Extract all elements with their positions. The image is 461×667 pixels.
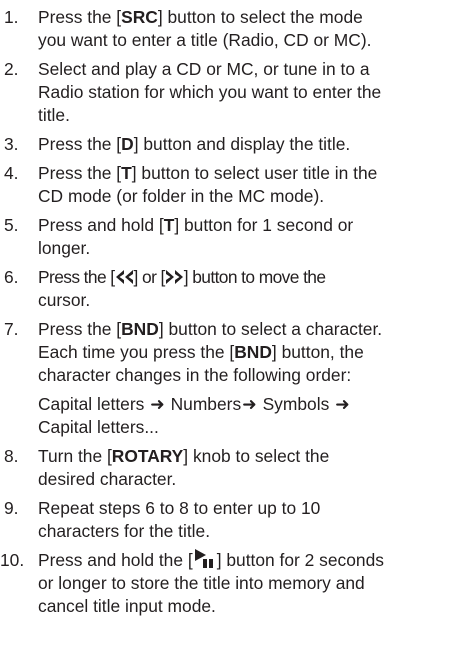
step-line: Press the [] or [] button to move the xyxy=(38,267,326,287)
step-number: 9. xyxy=(4,498,19,518)
step-line: Turn the [ROTARY] knob to select the xyxy=(38,446,330,466)
step-line: character changes in the following order… xyxy=(38,365,352,385)
step-10: 10. Press and hold the [] button for 2 s… xyxy=(0,549,455,618)
step-number: 5. xyxy=(4,215,19,235)
step-line: desired character. xyxy=(38,469,177,489)
step-line: CD mode (or folder in the MC mode). xyxy=(38,186,325,206)
step-line: Press the [T] button to select user titl… xyxy=(38,163,378,183)
step-6: 6. Press the [] or [] button to move the… xyxy=(0,266,455,312)
bnd-button-label: BND xyxy=(121,319,159,339)
play-pause-icon xyxy=(194,549,213,568)
bnd-button-label: BND xyxy=(234,342,272,362)
step-1: 1. Press the [SRC] button to select the … xyxy=(0,6,455,52)
step-line: Press the [BND] button to select a chara… xyxy=(38,319,383,339)
step-number: 7. xyxy=(4,319,19,339)
t-button-label: T xyxy=(163,215,175,235)
step-number: 4. xyxy=(4,163,19,183)
step-4: 4. Press the [T] button to select user t… xyxy=(0,162,455,208)
forward-chevron-icon xyxy=(165,270,183,284)
step-line: cancel title input mode. xyxy=(38,596,216,616)
step-line: or longer to store the title into memory… xyxy=(38,573,365,593)
step-number: 3. xyxy=(4,134,19,154)
step-9: 9. Repeat steps 6 to 8 to enter up to 10… xyxy=(0,497,455,543)
step-line: title. xyxy=(38,105,70,125)
step-line: characters for the title. xyxy=(38,521,211,541)
step-2: 2. Select and play a CD or MC, or tune i… xyxy=(0,58,455,127)
step-line: Press and hold the [] button for 2 secon… xyxy=(38,549,384,570)
step-number: 1. xyxy=(4,7,19,27)
step-line: Each time you press the [BND] button, th… xyxy=(38,342,364,362)
t-button-label: T xyxy=(121,163,132,183)
arrow-right-icon: ➜ xyxy=(335,394,350,414)
step-line: Radio station for which you want to ente… xyxy=(38,82,382,102)
step-number: 10. xyxy=(0,550,25,570)
src-button-label: SRC xyxy=(121,7,158,27)
step-line: Select and play a CD or MC, or tune in t… xyxy=(38,59,370,79)
arrow-right-icon: ➜ xyxy=(242,394,257,414)
rotary-knob-label: ROTARY xyxy=(111,446,184,466)
arrow-right-icon: ➜ xyxy=(150,394,165,414)
d-button-label: D xyxy=(121,134,134,154)
step-7: 7. Press the [BND] button to select a ch… xyxy=(0,318,455,439)
step-line: Press and hold [T] button for 1 second o… xyxy=(38,215,354,235)
step-3: 3. Press the [D] button and display the … xyxy=(0,133,455,156)
step-number: 2. xyxy=(4,59,19,79)
character-order: Capital letters ➜ Numbers➜ Symbols ➜ Capi… xyxy=(38,394,350,437)
step-line: Press the [SRC] button to select the mod… xyxy=(38,7,363,27)
step-number: 6. xyxy=(4,267,19,287)
step-8: 8. Turn the [ROTARY] knob to select the … xyxy=(0,445,455,491)
step-line: cursor. xyxy=(38,290,91,310)
step-5: 5. Press and hold [T] button for 1 secon… xyxy=(0,214,455,260)
step-number: 8. xyxy=(4,446,19,466)
step-line: Press the [D] button and display the tit… xyxy=(38,134,351,154)
step-line: Repeat steps 6 to 8 to enter up to 10 xyxy=(38,498,321,518)
instruction-document: 1. Press the [SRC] button to select the … xyxy=(0,0,461,667)
step-line: you want to enter a title (Radio, CD or … xyxy=(38,30,372,50)
rewind-chevron-icon xyxy=(115,270,133,284)
step-line: longer. xyxy=(38,238,91,258)
